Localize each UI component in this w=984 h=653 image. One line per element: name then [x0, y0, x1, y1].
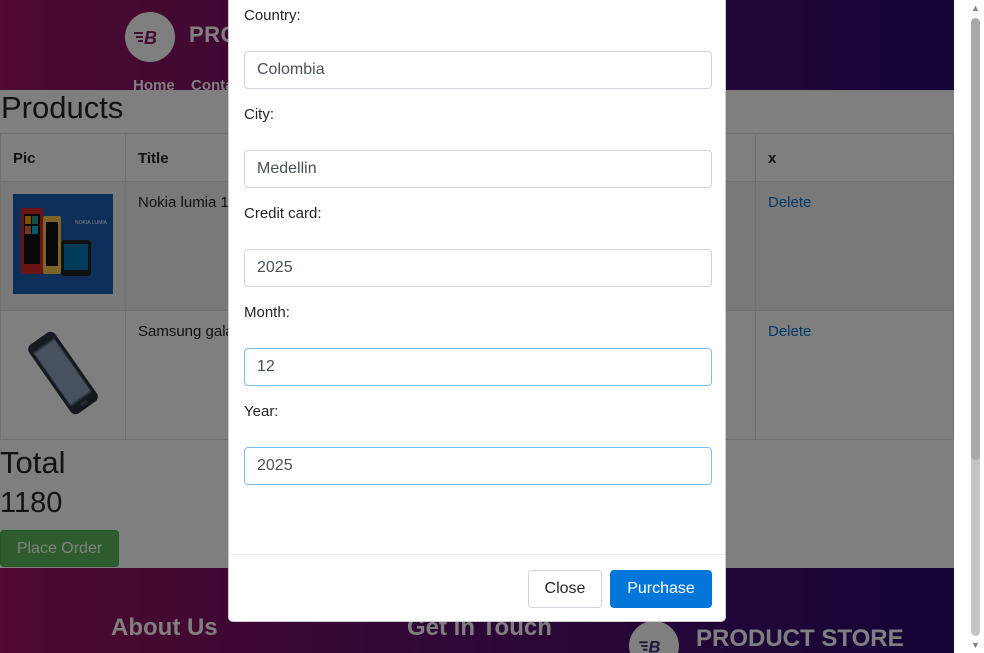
credit-card-input[interactable] [244, 249, 712, 287]
place-order-modal: Country: City: Credit card: Month: Year:… [228, 0, 726, 622]
purchase-button[interactable]: Purchase [610, 570, 712, 608]
country-input[interactable] [244, 51, 712, 89]
city-label: City: [244, 106, 274, 123]
city-input[interactable] [244, 150, 712, 188]
scroll-up-arrow-icon[interactable]: ▲ [970, 3, 981, 13]
scrollbar-thumb-active[interactable] [971, 18, 980, 460]
credit-card-label: Credit card: [244, 205, 322, 222]
close-button[interactable]: Close [528, 570, 602, 608]
month-label: Month: [244, 304, 290, 321]
page-scrollbar[interactable]: ▲ ▼ [954, 0, 984, 653]
scroll-down-arrow-icon[interactable]: ▼ [970, 640, 981, 650]
month-input[interactable] [244, 348, 712, 386]
year-input[interactable] [244, 447, 712, 485]
year-label: Year: [244, 403, 279, 420]
country-label: Country: [244, 7, 301, 24]
modal-footer-divider [229, 554, 725, 555]
